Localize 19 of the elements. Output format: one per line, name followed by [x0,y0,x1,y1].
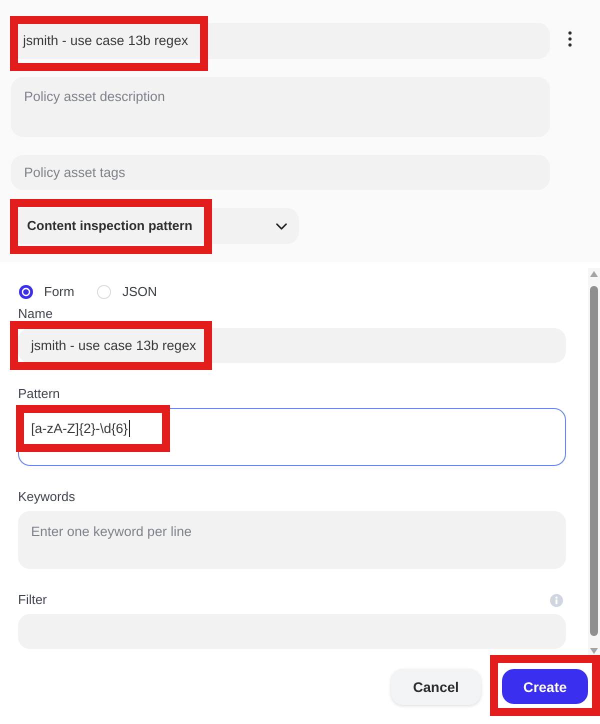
scroll-up-icon[interactable] [590,271,598,277]
more-icon[interactable] [568,31,572,47]
info-icon[interactable] [550,594,563,606]
radio-option[interactable]: JSON [96,284,158,300]
field-label: Pattern [18,386,60,402]
radio-icon[interactable] [97,285,112,299]
cancel-button[interactable]: Cancel [391,668,481,704]
radio-option[interactable]: Form [18,284,74,300]
scrollbar-thumb[interactable] [590,286,598,636]
chevron-down-icon [276,222,287,230]
field-label: Name [18,306,53,322]
text-cursor-icon [128,420,130,437]
field-label: Keywords [18,489,76,505]
scroll-down-icon[interactable] [590,648,598,654]
field-label: Filter [18,592,47,608]
text-field[interactable]: jsmith - use case 13b regex [18,328,566,363]
radio-icon[interactable] [19,285,33,299]
text-area[interactable]: [a-zA-Z]{2}-\d{6} [18,408,566,466]
create-button[interactable]: Create [502,669,588,704]
